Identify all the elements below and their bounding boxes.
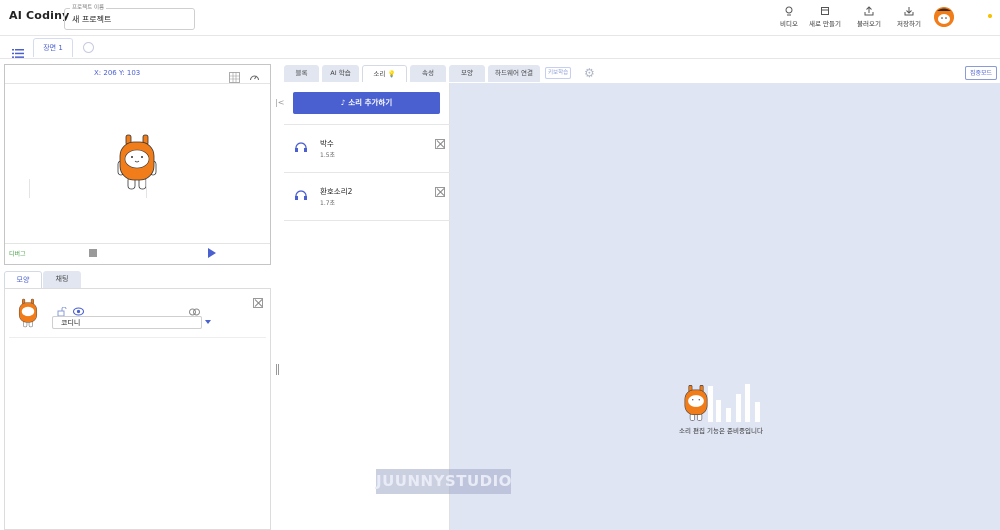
- equalizer-bar: [745, 384, 750, 422]
- tab-sound-label: 소리: [373, 70, 386, 78]
- delete-sound-icon[interactable]: [435, 187, 445, 197]
- tab-properties[interactable]: 속성: [410, 65, 446, 82]
- grid-icon[interactable]: [229, 68, 240, 87]
- project-name-label: 프로젝트 이름: [70, 3, 107, 11]
- new-file-button[interactable]: 새로 만들기: [806, 6, 844, 28]
- chevron-down-icon[interactable]: [205, 320, 211, 324]
- load-button[interactable]: 불러오기: [853, 6, 885, 28]
- sound-duration: 1.7초: [320, 200, 336, 207]
- delete-sound-icon[interactable]: [435, 139, 445, 149]
- sound-name: 환호소리2: [320, 187, 353, 196]
- delete-object-icon[interactable]: [253, 298, 263, 308]
- tab-hardware[interactable]: 하드웨어 연결: [488, 65, 540, 82]
- speed-icon[interactable]: [249, 68, 260, 87]
- add-sound-label: 소리 추가하기: [348, 98, 393, 107]
- add-scene-icon[interactable]: [83, 42, 94, 53]
- save-label: 저장하기: [897, 20, 921, 28]
- equalizer-bar: [755, 402, 760, 422]
- menu-icon[interactable]: [12, 43, 24, 62]
- tab-shapes[interactable]: 모양: [449, 65, 485, 82]
- gear-icon[interactable]: ⚙: [584, 67, 596, 79]
- divider: [146, 179, 147, 198]
- scene-bar: [0, 36, 1000, 59]
- tab-shape[interactable]: 모양: [4, 271, 42, 288]
- headphones-icon: [294, 186, 308, 205]
- stage-character-codiny[interactable]: [114, 133, 160, 195]
- stop-button[interactable]: [89, 249, 97, 257]
- stage-controls: [5, 243, 270, 264]
- resize-handle[interactable]: [276, 364, 279, 375]
- video-icon: [785, 6, 793, 16]
- equalizer-bar: [726, 408, 731, 422]
- tab-ai-learning[interactable]: AI 학습: [322, 65, 359, 82]
- new-file-icon: [821, 7, 829, 15]
- tab-sound[interactable]: 소리 💡: [362, 65, 407, 82]
- tab-keyboard-learning[interactable]: 키보학습: [545, 67, 572, 79]
- save-button[interactable]: 저장하기: [893, 6, 925, 28]
- debug-button[interactable]: 디버그: [9, 249, 26, 258]
- collapse-panel-icon[interactable]: |<: [275, 98, 284, 107]
- sound-editor-area: [450, 83, 1000, 530]
- new-file-label: 새로 만들기: [809, 20, 841, 28]
- stage-coordinates: X: 206 Y: 103: [94, 69, 141, 77]
- equalizer-bar: [708, 386, 713, 422]
- tab-chat[interactable]: 채팅: [43, 271, 81, 288]
- object-name-select[interactable]: 코디니: [52, 316, 202, 329]
- equalizer-bar: [736, 394, 741, 422]
- upload-icon: [864, 6, 874, 16]
- download-icon: [904, 7, 914, 16]
- object-thumbnail: [16, 298, 40, 332]
- play-button[interactable]: [208, 248, 216, 258]
- watermark: JUUNNYSTUDIO: [376, 469, 511, 494]
- tab-blocks[interactable]: 블록: [284, 65, 319, 82]
- scene-tab-1[interactable]: 장면 1: [33, 38, 73, 57]
- editor-message: 소리 편집 기능은 준비중입니다: [679, 427, 763, 435]
- object-card[interactable]: [9, 292, 266, 338]
- lightbulb-icon: 💡: [387, 70, 396, 78]
- sound-item[interactable]: [284, 125, 450, 173]
- video-label: 비디오: [780, 20, 798, 28]
- video-button[interactable]: 비디오: [778, 6, 800, 28]
- add-sound-button[interactable]: ♪ 소리 추가하기: [293, 92, 440, 114]
- sound-name: 박수: [320, 139, 334, 148]
- equalizer-bar: [716, 400, 721, 422]
- load-label: 불러오기: [857, 20, 881, 28]
- sound-item[interactable]: [284, 173, 450, 221]
- divider: [29, 179, 30, 198]
- sound-duration: 1.5초: [320, 152, 336, 159]
- notification-dot: [988, 14, 992, 18]
- headphones-icon: [294, 138, 308, 157]
- project-name-value[interactable]: 새 프로젝트: [72, 14, 111, 25]
- music-note-icon: ♪: [340, 98, 346, 107]
- app-logo[interactable]: AI Codiny: [9, 9, 70, 22]
- user-avatar[interactable]: [934, 7, 954, 27]
- focus-mode-button[interactable]: 집중모드: [965, 66, 997, 80]
